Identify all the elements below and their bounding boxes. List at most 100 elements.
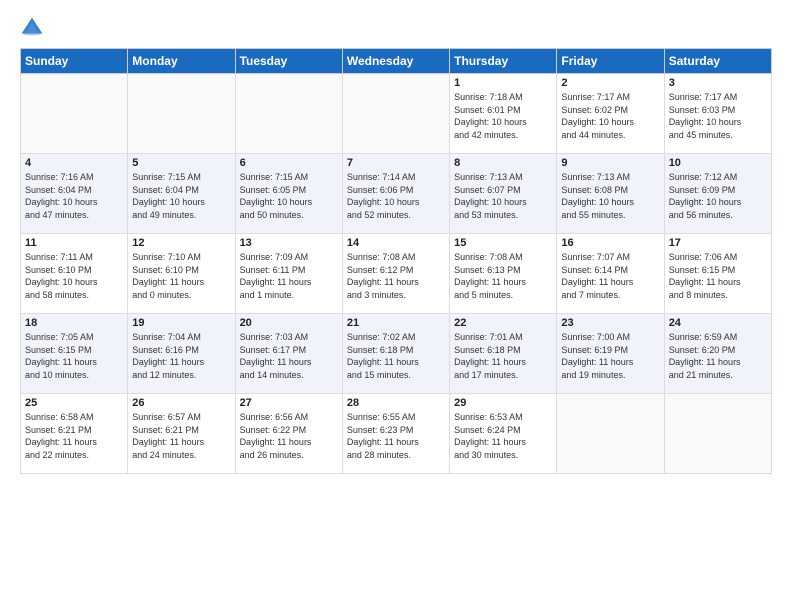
day-info: Sunrise: 7:05 AM Sunset: 6:15 PM Dayligh… (25, 331, 123, 381)
calendar-cell (21, 74, 128, 154)
calendar-cell: 2 Sunrise: 7:17 AM Sunset: 6:02 PM Daylig… (557, 74, 664, 154)
day-info: Sunrise: 7:01 AM Sunset: 6:18 PM Dayligh… (454, 331, 552, 381)
calendar-cell: 26Sunrise: 6:57 AM Sunset: 6:21 PM Dayli… (128, 394, 235, 474)
day-number: 25 (25, 397, 123, 409)
day-info: Sunrise: 7:17 AM Sunset: 6:02 PM Dayligh… (561, 91, 659, 141)
day-number: 24 (669, 317, 767, 329)
day-info: Sunrise: 7:14 AM Sunset: 6:06 PM Dayligh… (347, 171, 445, 221)
calendar-cell: 5 Sunrise: 7:15 AM Sunset: 6:04 PM Daylig… (128, 154, 235, 234)
day-info: Sunrise: 7:10 AM Sunset: 6:10 PM Dayligh… (132, 251, 230, 301)
page: SundayMondayTuesdayWednesdayThursdayFrid… (0, 0, 792, 612)
calendar-header-saturday: Saturday (664, 49, 771, 74)
calendar-cell: 17Sunrise: 7:06 AM Sunset: 6:15 PM Dayli… (664, 234, 771, 314)
day-number: 9 (561, 157, 659, 169)
day-number: 23 (561, 317, 659, 329)
day-number: 12 (132, 237, 230, 249)
day-info: Sunrise: 7:09 AM Sunset: 6:11 PM Dayligh… (240, 251, 338, 301)
calendar-week-5: 25 Sunrise: 6:58 AM Sunset: 6:21 PM Dayli… (21, 394, 772, 474)
calendar-cell: 7 Sunrise: 7:14 AM Sunset: 6:06 PM Daylig… (342, 154, 449, 234)
day-number: 16 (561, 237, 659, 249)
day-info: Sunrise: 7:18 AM Sunset: 6:01 PM Dayligh… (454, 91, 552, 141)
calendar-cell: 9 Sunrise: 7:13 AM Sunset: 6:08 PM Daylig… (557, 154, 664, 234)
day-info: Sunrise: 7:15 AM Sunset: 6:04 PM Dayligh… (132, 171, 230, 221)
calendar-cell (664, 394, 771, 474)
calendar-week-1: 1 Sunrise: 7:18 AM Sunset: 6:01 PM Daylig… (21, 74, 772, 154)
day-info: Sunrise: 7:03 AM Sunset: 6:17 PM Dayligh… (240, 331, 338, 381)
day-number: 2 (561, 77, 659, 89)
day-number: 28 (347, 397, 445, 409)
calendar-cell: 11 Sunrise: 7:11 AM Sunset: 6:10 PM Dayli… (21, 234, 128, 314)
calendar-cell (557, 394, 664, 474)
calendar-cell: 6 Sunrise: 7:15 AM Sunset: 6:05 PM Daylig… (235, 154, 342, 234)
day-info: Sunrise: 6:56 AM Sunset: 6:22 PM Dayligh… (240, 411, 338, 461)
day-info: Sunrise: 7:16 AM Sunset: 6:04 PM Dayligh… (25, 171, 123, 221)
calendar-cell: 25 Sunrise: 6:58 AM Sunset: 6:21 PM Dayli… (21, 394, 128, 474)
day-info: Sunrise: 7:12 AM Sunset: 6:09 PM Dayligh… (669, 171, 767, 221)
day-info: Sunrise: 7:00 AM Sunset: 6:19 PM Dayligh… (561, 331, 659, 381)
calendar-week-2: 4 Sunrise: 7:16 AM Sunset: 6:04 PM Daylig… (21, 154, 772, 234)
day-number: 20 (240, 317, 338, 329)
day-info: Sunrise: 7:17 AM Sunset: 6:03 PM Dayligh… (669, 91, 767, 141)
calendar-cell: 18 Sunrise: 7:05 AM Sunset: 6:15 PM Dayli… (21, 314, 128, 394)
day-number: 29 (454, 397, 552, 409)
header (20, 16, 772, 40)
day-number: 6 (240, 157, 338, 169)
day-info: Sunrise: 7:15 AM Sunset: 6:05 PM Dayligh… (240, 171, 338, 221)
day-number: 27 (240, 397, 338, 409)
day-number: 13 (240, 237, 338, 249)
calendar-cell: 15 Sunrise: 7:08 AM Sunset: 6:13 PM Dayli… (450, 234, 557, 314)
calendar-cell: 20 Sunrise: 7:03 AM Sunset: 6:17 PM Dayli… (235, 314, 342, 394)
calendar-cell: 4 Sunrise: 7:16 AM Sunset: 6:04 PM Daylig… (21, 154, 128, 234)
day-number: 18 (25, 317, 123, 329)
day-number: 15 (454, 237, 552, 249)
day-info: Sunrise: 6:58 AM Sunset: 6:21 PM Dayligh… (25, 411, 123, 461)
calendar-cell: 16 Sunrise: 7:07 AM Sunset: 6:14 PM Dayli… (557, 234, 664, 314)
calendar-cell: 21Sunrise: 7:02 AM Sunset: 6:18 PM Dayli… (342, 314, 449, 394)
calendar-week-4: 18 Sunrise: 7:05 AM Sunset: 6:15 PM Dayli… (21, 314, 772, 394)
day-info: Sunrise: 6:55 AM Sunset: 6:23 PM Dayligh… (347, 411, 445, 461)
calendar-cell: 22Sunrise: 7:01 AM Sunset: 6:18 PM Dayli… (450, 314, 557, 394)
day-info: Sunrise: 7:08 AM Sunset: 6:13 PM Dayligh… (454, 251, 552, 301)
calendar-cell (342, 74, 449, 154)
logo (20, 16, 48, 40)
calendar-cell: 12 Sunrise: 7:10 AM Sunset: 6:10 PM Dayli… (128, 234, 235, 314)
day-number: 19 (132, 317, 230, 329)
calendar-header-monday: Monday (128, 49, 235, 74)
calendar-cell: 8Sunrise: 7:13 AM Sunset: 6:07 PM Daylig… (450, 154, 557, 234)
calendar-header-friday: Friday (557, 49, 664, 74)
day-info: Sunrise: 7:04 AM Sunset: 6:16 PM Dayligh… (132, 331, 230, 381)
day-number: 3 (669, 77, 767, 89)
calendar-cell: 10 Sunrise: 7:12 AM Sunset: 6:09 PM Dayli… (664, 154, 771, 234)
calendar-header-wednesday: Wednesday (342, 49, 449, 74)
day-number: 10 (669, 157, 767, 169)
day-info: Sunrise: 6:57 AM Sunset: 6:21 PM Dayligh… (132, 411, 230, 461)
day-number: 14 (347, 237, 445, 249)
day-number: 4 (25, 157, 123, 169)
day-number: 11 (25, 237, 123, 249)
day-info: Sunrise: 6:59 AM Sunset: 6:20 PM Dayligh… (669, 331, 767, 381)
day-number: 7 (347, 157, 445, 169)
day-info: Sunrise: 7:06 AM Sunset: 6:15 PM Dayligh… (669, 251, 767, 301)
day-info: Sunrise: 6:53 AM Sunset: 6:24 PM Dayligh… (454, 411, 552, 461)
day-info: Sunrise: 7:13 AM Sunset: 6:08 PM Dayligh… (561, 171, 659, 221)
calendar-header-tuesday: Tuesday (235, 49, 342, 74)
calendar-cell: 24 Sunrise: 6:59 AM Sunset: 6:20 PM Dayli… (664, 314, 771, 394)
calendar-cell: 1 Sunrise: 7:18 AM Sunset: 6:01 PM Daylig… (450, 74, 557, 154)
calendar-cell: 19 Sunrise: 7:04 AM Sunset: 6:16 PM Dayli… (128, 314, 235, 394)
calendar-week-3: 11 Sunrise: 7:11 AM Sunset: 6:10 PM Dayli… (21, 234, 772, 314)
calendar-cell: 27 Sunrise: 6:56 AM Sunset: 6:22 PM Dayli… (235, 394, 342, 474)
day-info: Sunrise: 7:13 AM Sunset: 6:07 PM Dayligh… (454, 171, 552, 221)
day-info: Sunrise: 7:07 AM Sunset: 6:14 PM Dayligh… (561, 251, 659, 301)
day-info: Sunrise: 7:11 AM Sunset: 6:10 PM Dayligh… (25, 251, 123, 301)
calendar-cell (128, 74, 235, 154)
calendar-cell: 14 Sunrise: 7:08 AM Sunset: 6:12 PM Dayli… (342, 234, 449, 314)
calendar-header-thursday: Thursday (450, 49, 557, 74)
calendar-cell: 13 Sunrise: 7:09 AM Sunset: 6:11 PM Dayli… (235, 234, 342, 314)
calendar-cell: 23 Sunrise: 7:00 AM Sunset: 6:19 PM Dayli… (557, 314, 664, 394)
day-number: 1 (454, 77, 552, 89)
calendar: SundayMondayTuesdayWednesdayThursdayFrid… (20, 48, 772, 474)
day-number: 5 (132, 157, 230, 169)
day-info: Sunrise: 7:08 AM Sunset: 6:12 PM Dayligh… (347, 251, 445, 301)
logo-icon (20, 16, 44, 40)
calendar-cell (235, 74, 342, 154)
